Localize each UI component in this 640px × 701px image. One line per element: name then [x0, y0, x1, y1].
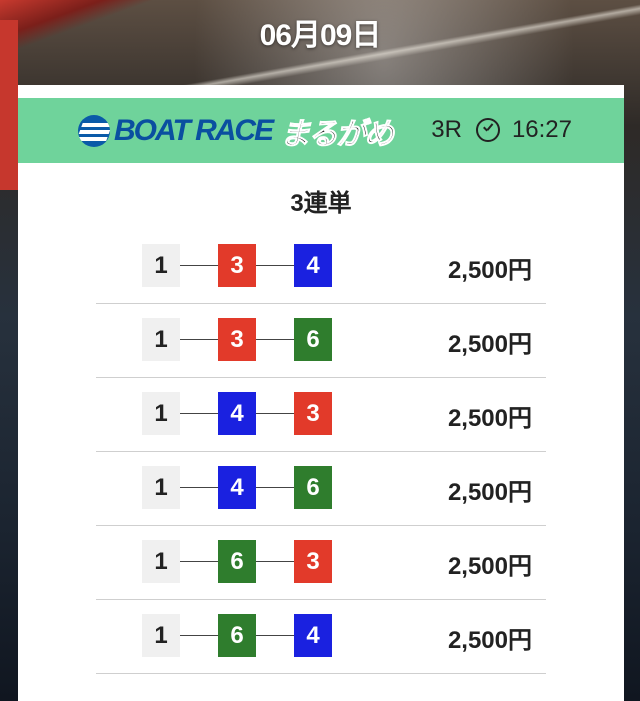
boat-number-box: 3	[294, 392, 332, 435]
boat-number-box: 6	[218, 540, 256, 583]
combination: 143	[142, 392, 332, 435]
race-time: 16:27	[511, 116, 572, 143]
boat-number-box: 1	[142, 466, 180, 509]
bet-type-label: 3連単	[290, 190, 352, 217]
card-header: BOAT RACE まるがめ 3R 16:27	[18, 98, 624, 163]
boatrace-logo: BOAT RACE まるがめ	[78, 114, 395, 152]
boat-number-box: 1	[142, 244, 180, 287]
race-date: 06月09日	[259, 19, 382, 52]
boat-number-box: 4	[294, 614, 332, 657]
race-info: 3R 16:27	[431, 116, 572, 144]
list-item: 1 6 4 2,500円	[96, 600, 546, 674]
boat-number-box: 3	[294, 540, 332, 583]
boat-number-box: 3	[218, 244, 256, 287]
list-item: 1 4 3 2,500円	[96, 378, 546, 452]
clock-icon	[475, 118, 500, 142]
logo-text: BOAT RACE	[114, 114, 274, 147]
combination: 163	[142, 540, 332, 583]
payout-amount: 2,500円	[447, 405, 532, 432]
boat-number-box: 1	[142, 540, 180, 583]
boat-number-box: 4	[218, 392, 256, 435]
boat-number-box: 6	[294, 466, 332, 509]
list-item: 1 6 3 2,500円	[96, 526, 546, 600]
boat-number-box: 4	[218, 466, 256, 509]
boat-number-box: 1	[142, 614, 180, 657]
boat-number-box: 4	[294, 244, 332, 287]
payout-amount: 2,500円	[447, 553, 532, 580]
race-number: 3R	[431, 116, 462, 143]
boatrace-wave-icon	[78, 115, 110, 147]
boat-number-box: 6	[294, 318, 332, 361]
payout-amount: 2,500円	[447, 627, 532, 654]
combination: 164	[142, 614, 332, 657]
payout-amount: 2,500円	[447, 257, 532, 284]
boat-number-box: 1	[142, 392, 180, 435]
list-item: 1 4 6 2,500円	[96, 452, 546, 526]
venue-name: まるがめ	[280, 118, 395, 152]
boat-number-box: 6	[218, 614, 256, 657]
list-item: 1 3 4 2,500円	[96, 230, 546, 304]
combination: 134	[142, 244, 332, 287]
combination: 136	[142, 318, 332, 361]
boat-number-box: 1	[142, 318, 180, 361]
boat-number-box: 3	[218, 318, 256, 361]
payout-amount: 2,500円	[447, 479, 532, 506]
combination: 146	[142, 466, 332, 509]
list-item: 1 3 6 2,500円	[96, 304, 546, 378]
result-card: BOAT RACE まるがめ 3R 16:27 3連単 1 3 4 2,500円 1 3 6…	[18, 85, 624, 701]
payout-amount: 2,500円	[447, 331, 532, 358]
results-list: 1 3 4 2,500円 1 3 6 2,500円 1 4 3 2,500円 1 4 6 2,500円 1 6 3 2…	[96, 230, 546, 674]
